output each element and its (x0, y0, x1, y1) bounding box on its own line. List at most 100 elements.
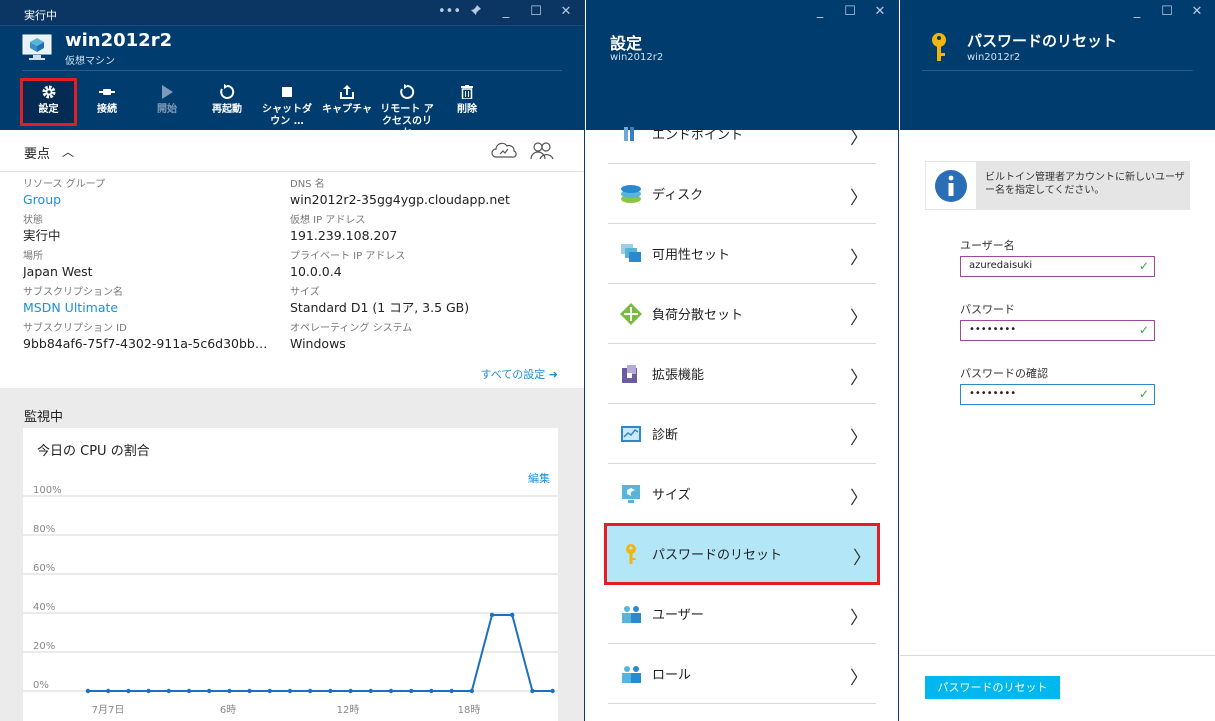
cpu-data-point (550, 688, 555, 694)
cpu-data-point (267, 688, 272, 694)
chevron-right-icon: 〉 (850, 488, 868, 509)
key-icon (620, 543, 642, 565)
capture-button-label: キャプチャ (322, 104, 372, 115)
username-label: ユーザー名 (960, 239, 1015, 252)
essentials-right-column: DNS 名 win2012r2-35gg4ygp.cloudapp.net 仮想… (290, 178, 555, 358)
cpu-data-point (449, 688, 454, 694)
os-value: Windows (290, 336, 346, 351)
chevron-right-icon: 〉 (850, 308, 868, 329)
settings-item-roles[interactable]: ロール 〉 (608, 644, 876, 704)
more-icon[interactable]: ••• (438, 4, 461, 21)
close-icon[interactable]: ✕ (1189, 4, 1205, 20)
confirm-password-input[interactable]: •••••••• ✓ (960, 384, 1155, 405)
cpu-data-point (166, 688, 171, 694)
username-input[interactable]: azuredaisuki ✓ (960, 256, 1155, 277)
cpu-data-point (308, 688, 313, 694)
minimize-icon[interactable]: _ (812, 4, 828, 20)
vm-title: win2012r2 (65, 30, 173, 51)
pin-icon[interactable] (468, 4, 484, 21)
status-key: 状態 (23, 215, 43, 226)
cpu-data-point (146, 688, 151, 694)
cpu-data-point (227, 688, 232, 694)
all-settings-link[interactable]: すべての設定 ➜ (480, 366, 558, 382)
maximize-icon[interactable]: ☐ (842, 4, 858, 20)
resource-group-link[interactable]: Group (23, 191, 288, 208)
settings-item-size[interactable]: サイズ 〉 (608, 464, 876, 524)
minimize-icon[interactable]: _ (498, 4, 514, 21)
stop-icon (257, 82, 317, 102)
cpu-data-point (429, 688, 434, 694)
users-icon[interactable] (530, 142, 554, 163)
resource-group-field: リソース グループ Group (23, 178, 288, 214)
dns-name-key: DNS 名 (290, 179, 325, 190)
size-field: サイズ Standard D1 (1 コア, 3.5 GB) (290, 286, 555, 322)
size-value: Standard D1 (1 コア, 3.5 GB) (290, 300, 470, 315)
cpu-line-chart: 100% 80% 60% 40% 20% 0% 7月7日 6時 12時 18時 (23, 485, 558, 716)
virtual-ip-key: 仮想 IP アドレス (290, 215, 366, 226)
password-input[interactable]: •••••••• ✓ (960, 320, 1155, 341)
key-icon (930, 32, 948, 65)
os-field: オペレーティング システム Windows (290, 322, 555, 358)
cpu-data-point (126, 688, 131, 694)
cpu-data-point (106, 688, 111, 694)
resource-group-key: リソース グループ (23, 179, 106, 190)
cloud-activity-icon[interactable] (490, 142, 518, 163)
settings-item-label: ディスク (652, 188, 704, 203)
chevron-right-icon: 〉 (850, 428, 868, 449)
cpu-data-point (85, 688, 91, 694)
cpu-data-point (409, 688, 414, 694)
dns-name-value: win2012r2-35gg4ygp.cloudapp.net (290, 192, 510, 207)
settings-button[interactable]: 設定 (20, 78, 77, 126)
reset-password-button[interactable]: パスワードのリセット (925, 676, 1060, 699)
play-icon (137, 82, 197, 102)
maximize-icon[interactable]: ☐ (1159, 4, 1175, 20)
settings-item-load-balanced-set[interactable]: 負荷分散セット 〉 (608, 284, 876, 344)
settings-item-diagnostics[interactable]: 診断 〉 (608, 404, 876, 464)
shutdown-button[interactable]: シャットダウン … (257, 78, 317, 127)
settings-item-users[interactable]: ユーザー 〉 (608, 584, 876, 644)
y-tick-label: 80% (33, 524, 55, 535)
y-tick-label: 100% (33, 485, 62, 496)
start-button-label: 開始 (157, 104, 177, 115)
connect-button[interactable]: 接続 (77, 78, 137, 126)
diagnostics-icon (620, 423, 642, 445)
start-button[interactable]: 開始 (137, 78, 197, 126)
settings-item-availability-set[interactable]: 可用性セット 〉 (608, 224, 876, 284)
capture-button[interactable]: キャプチャ (317, 78, 377, 126)
users-icon (620, 603, 642, 625)
vm-blade: 実行中 ••• _ ☐ ✕ win2012r2 仮想マシン 設定 接続 開始 再… (0, 0, 585, 721)
restart-icon (197, 82, 257, 102)
info-icon (925, 161, 977, 210)
close-icon[interactable]: ✕ (872, 4, 888, 20)
roles-icon (620, 663, 642, 685)
settings-item-extensions[interactable]: 拡張機能 〉 (608, 344, 876, 404)
delete-button[interactable]: 削除 (437, 78, 497, 126)
settings-item-reset-password[interactable]: パスワードのリセット 〉 (604, 523, 880, 585)
y-tick-label: 0% (33, 680, 49, 691)
settings-item-label: 負荷分散セット (652, 308, 744, 323)
minimize-icon[interactable]: _ (1129, 4, 1145, 20)
x-tick-label: 18時 (458, 704, 481, 716)
gear-icon (20, 82, 77, 102)
restart-button[interactable]: 再起動 (197, 78, 257, 126)
reset-remote-access-button[interactable]: リモート アクセスのリセ (377, 78, 437, 139)
info-banner: ビルトイン管理者アカウントに新しいユーザー名を指定してください。 (925, 161, 1190, 210)
settings-title: 設定 (610, 34, 643, 53)
essentials-header[interactable]: 要点 ︿ (0, 130, 584, 172)
private-ip-value: 10.0.0.4 (290, 264, 342, 279)
password-label: パスワード (960, 303, 1015, 316)
settings-item-endpoints[interactable]: エンドポイント 〉 (608, 104, 876, 164)
subscription-id-field: サブスクリプション ID 9bb84af6-75f7-4302-911a-5c6… (23, 322, 288, 358)
chevron-right-icon: 〉 (850, 668, 868, 689)
private-ip-field: プライベート IP アドレス 10.0.0.4 (290, 250, 555, 286)
cpu-chart-card[interactable]: 今日の CPU の割合 編集 100% 80% 60% 40% 20% 0% 7月7日 6時 1… (23, 428, 558, 721)
essentials-left-column: リソース グループ Group 状態 実行中 場所 Japan West サブス… (23, 178, 288, 358)
settings-item-disks[interactable]: ディスク 〉 (608, 164, 876, 224)
maximize-icon[interactable]: ☐ (528, 4, 544, 21)
subscription-name-link[interactable]: MSDN Ultimate (23, 299, 288, 316)
vm-subtitle: 仮想マシン (65, 56, 115, 67)
chevron-up-icon[interactable]: ︿ (62, 143, 74, 160)
close-icon[interactable]: ✕ (558, 4, 574, 21)
confirm-password-value: •••••••• (969, 388, 1017, 399)
cpu-data-point (186, 688, 192, 694)
